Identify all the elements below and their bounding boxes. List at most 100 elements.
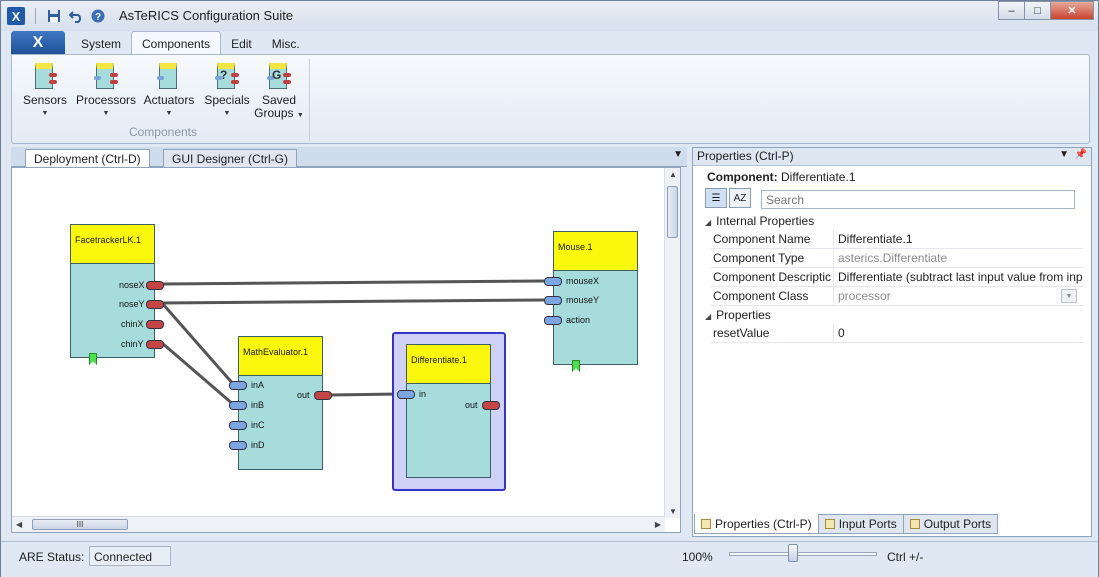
property-row[interactable]: Component Type asterics.Differentiate [711, 249, 1083, 268]
property-value[interactable]: 0 [833, 324, 1083, 342]
component-differentiate[interactable]: Differentiate.1 in out [397, 344, 500, 478]
output-port-out[interactable] [482, 401, 500, 410]
property-row[interactable]: resetValue 0 [711, 324, 1083, 343]
zoom-slider-thumb[interactable] [788, 544, 798, 562]
input-port-ina[interactable] [229, 381, 247, 390]
tab-misc[interactable]: Misc. [262, 33, 310, 55]
port-label: out [297, 390, 310, 400]
output-port-chinx[interactable] [146, 320, 164, 329]
horizontal-scrollbar[interactable]: ◀ III ▶ [12, 516, 665, 532]
scroll-down-icon[interactable]: ▼ [669, 507, 677, 516]
scroll-up-icon[interactable]: ▲ [669, 170, 677, 179]
deployment-canvas[interactable]: FacetrackerLK.1 noseX noseY chinX chinY … [11, 167, 681, 533]
undo-icon[interactable] [68, 8, 84, 24]
vertical-scrollbar[interactable]: ▲ ▼ [664, 168, 680, 518]
chevron-down-icon[interactable]: ▼ [1061, 289, 1077, 303]
port-label: noseX [119, 280, 145, 290]
zoom-value: 100% [682, 550, 713, 564]
component-mathevaluator[interactable]: MathEvaluator.1 inA inB inC inD out [229, 336, 332, 470]
component-facetracker[interactable]: FacetrackerLK.1 noseX noseY chinX chinY [70, 224, 164, 365]
property-name: resetValue [713, 326, 770, 340]
tab-deployment[interactable]: Deployment (Ctrl-D) [25, 149, 150, 167]
scroll-right-icon[interactable]: ▶ [655, 520, 661, 529]
scroll-left-icon[interactable]: ◀ [16, 520, 22, 529]
property-value[interactable]: Differentiate (subtract last input value… [833, 268, 1083, 286]
window-title: AsTeRICS Configuration Suite [119, 8, 294, 23]
property-row[interactable]: Component Name Differentiate.1 [711, 230, 1083, 249]
saved-groups-button[interactable]: G Saved Groups ▼ [250, 61, 308, 122]
tab-output-ports[interactable]: Output Ports [902, 514, 999, 534]
zoom-slider[interactable] [729, 552, 877, 556]
processor-component-icon [94, 61, 118, 91]
collapse-triangle-icon[interactable]: ◢ [705, 218, 711, 227]
horizontal-scroll-thumb[interactable]: III [32, 519, 128, 530]
output-port-nosey[interactable] [146, 300, 164, 309]
actuator-component-icon [157, 61, 181, 91]
property-row[interactable]: Component Descriptic Differentiate (subt… [711, 268, 1083, 287]
tab-components[interactable]: Components [131, 31, 222, 55]
maximize-button[interactable]: □ [1024, 1, 1051, 20]
component-value: Differentiate.1 [781, 170, 856, 184]
component-mouse[interactable]: Mouse.1 mouseX mouseY action [544, 231, 638, 372]
ribbon-tabs: X System Components Edit Misc. [11, 31, 310, 55]
component-title: Mouse.1 [553, 231, 638, 271]
components-group: Sensors ▼ Processors ▼ Actuators ▼ ? Spe… [16, 59, 310, 141]
property-row[interactable]: Component Class processor ▼ [711, 287, 1083, 306]
properties-icon [701, 518, 711, 529]
close-button[interactable]: ✕ [1050, 1, 1094, 20]
help-icon[interactable]: ? [90, 8, 106, 24]
wire-out-in[interactable] [329, 392, 401, 397]
document-menu-icon[interactable]: ▼ [673, 149, 683, 160]
alphabetical-sort-icon[interactable]: AZ [729, 188, 751, 208]
chevron-down-icon: ▼ [165, 110, 173, 117]
collapse-triangle-icon[interactable]: ◢ [705, 312, 711, 321]
output-port-out[interactable] [314, 391, 332, 400]
categorized-view-icon[interactable]: ☰ [705, 188, 727, 208]
property-value[interactable]: Differentiate.1 [833, 230, 1083, 248]
section-internal-properties[interactable]: ◢ Internal Properties [705, 214, 814, 228]
selected-component: Component: Differentiate.1 [707, 170, 856, 184]
section-properties[interactable]: ◢ Properties [705, 308, 771, 322]
pin-icon[interactable]: 📌 [1075, 149, 1087, 160]
specials-label: Specials [204, 93, 250, 107]
application-menu-button[interactable]: X [11, 31, 65, 55]
port-label: inD [251, 440, 265, 450]
actuators-label: Actuators [143, 93, 195, 107]
save-icon[interactable] [46, 8, 62, 24]
port-label: out [465, 400, 478, 410]
input-port-ind[interactable] [229, 441, 247, 450]
input-port-mousey[interactable] [544, 296, 562, 305]
tab-system[interactable]: System [71, 33, 131, 55]
input-port-inb[interactable] [229, 401, 247, 410]
tab-properties[interactable]: Properties (Ctrl-P) [694, 514, 819, 534]
input-port-in[interactable] [397, 390, 415, 399]
wire-nosey-mousey[interactable] [161, 298, 545, 305]
wire-nosex-mousex[interactable] [161, 279, 545, 286]
port-label: chinY [121, 339, 144, 349]
asterics-logo-icon[interactable]: X [7, 7, 25, 25]
port-label: mouseX [566, 276, 600, 286]
actuators-button[interactable]: Actuators ▼ [140, 61, 198, 120]
output-port-chiny[interactable] [146, 340, 164, 349]
tab-input-ports[interactable]: Input Ports [817, 514, 904, 534]
specials-button[interactable]: ? Specials ▼ [198, 61, 256, 120]
input-port-inc[interactable] [229, 421, 247, 430]
input-ports-icon [824, 519, 835, 529]
panel-title: Properties (Ctrl-P) [697, 149, 794, 163]
tab-gui-designer[interactable]: GUI Designer (Ctrl-G) [163, 149, 298, 167]
panel-menu-icon[interactable]: ▼ [1059, 149, 1069, 160]
quick-access-toolbar: X ? [7, 7, 106, 25]
property-name: Component Name [713, 232, 811, 246]
vertical-scroll-thumb[interactable] [667, 186, 678, 238]
input-port-mousex[interactable] [544, 277, 562, 286]
processors-button[interactable]: Processors ▼ [74, 61, 138, 120]
property-search-input[interactable] [761, 190, 1075, 209]
sensors-button[interactable]: Sensors ▼ [16, 61, 74, 120]
minimize-button[interactable]: – [998, 1, 1025, 20]
document-tabs: Deployment (Ctrl-D) GUI Designer (Ctrl-G… [11, 147, 687, 167]
tab-edit[interactable]: Edit [221, 33, 262, 55]
input-port-action[interactable] [544, 316, 562, 325]
zoom-shortcut-hint: Ctrl +/- [887, 550, 924, 564]
output-ports-icon [909, 519, 920, 529]
output-port-nosex[interactable] [146, 281, 164, 290]
